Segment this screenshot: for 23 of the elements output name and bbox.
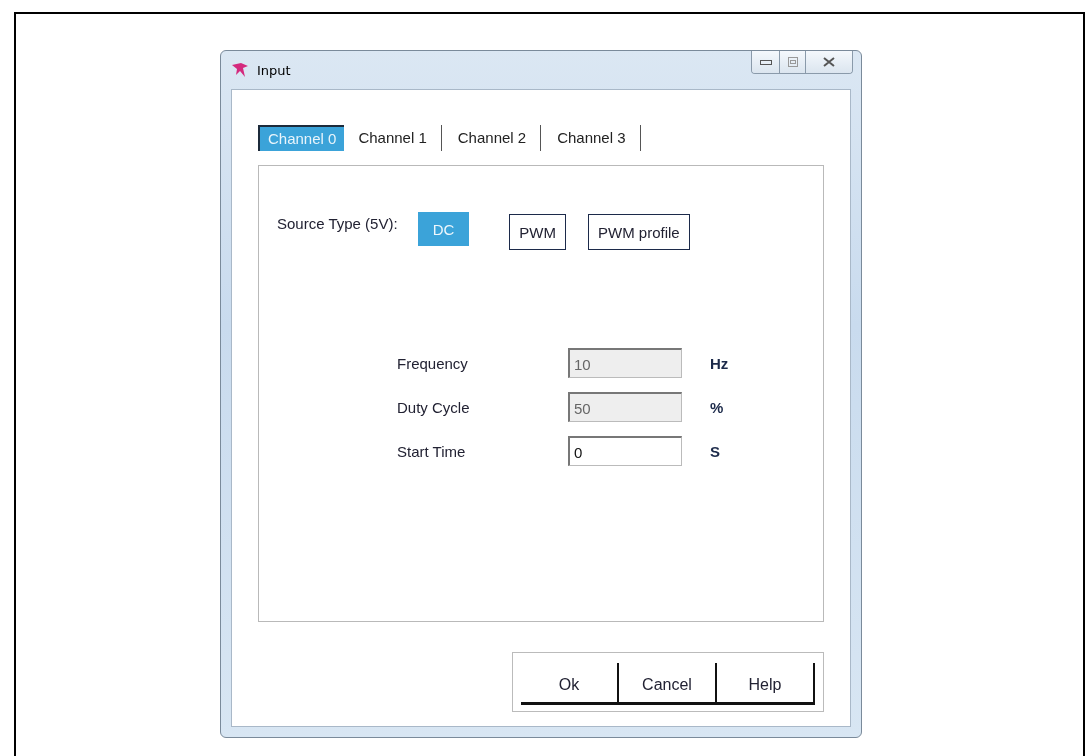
maximize-icon [787,57,798,67]
field-label: Frequency [397,354,469,372]
input-field[interactable]: 0 [568,436,682,467]
window-title: Input [257,62,292,78]
dialog-button[interactable]: Cancel [619,663,717,705]
source-type-option[interactable]: PWM profile [587,214,690,251]
channel-tab[interactable]: Channel 3 [549,124,634,151]
source-type-label: Source Type (5V): [277,215,398,233]
close-button[interactable] [806,51,852,73]
app-logo-icon [231,62,249,78]
unit-label: S [710,442,721,460]
dialog-button[interactable]: Help [717,663,815,705]
field-label: Duty Cycle [397,398,471,416]
minimize-button[interactable] [752,51,780,73]
unit-label: Hz [710,354,730,372]
dialog-button[interactable]: Ok [521,663,619,705]
source-type-option[interactable]: PWM [509,214,566,251]
minimize-icon [759,59,772,65]
channel-tab[interactable]: Channel 2 [449,124,535,151]
close-icon [823,57,835,67]
unit-label: % [710,398,725,416]
channel-tab[interactable]: Channel 1 [350,124,435,151]
field-label: Start Time [397,442,467,460]
